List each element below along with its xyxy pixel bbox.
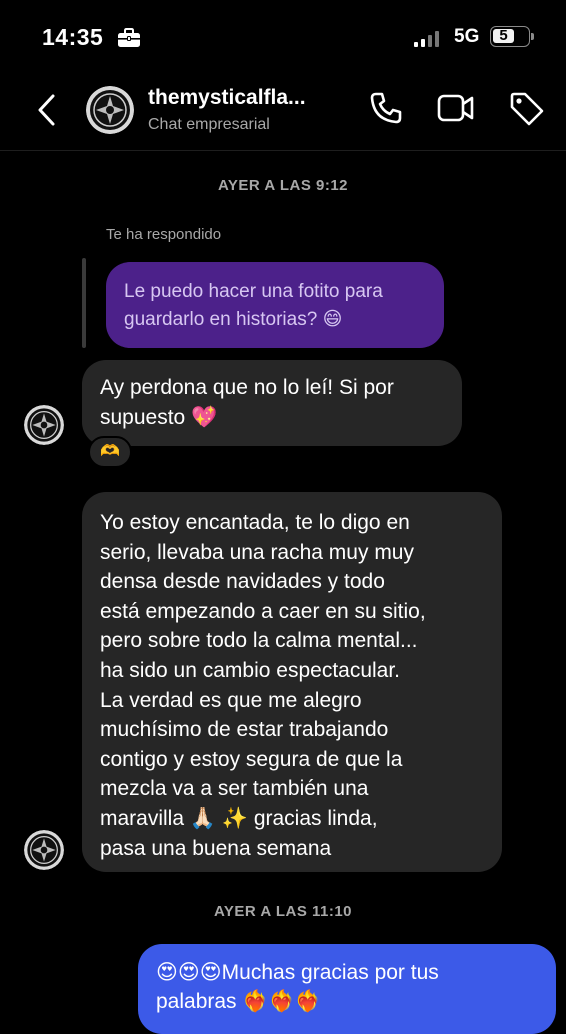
contact-name[interactable]: themysticalfla... <box>148 86 306 110</box>
message-line: mezcla va a ser también una <box>100 777 369 801</box>
incoming-message[interactable]: Yo estoy encantada, te lo digo en serio, … <box>82 492 502 872</box>
message-line: Yo estoy encantada, te lo digo en <box>100 511 410 534</box>
network-label: 5G <box>454 26 480 47</box>
message-line: contigo y estoy segura de que la <box>100 747 403 771</box>
avatar[interactable] <box>86 86 134 134</box>
reply-bar <box>82 258 86 348</box>
message-line: maravilla 🙏🏻 ✨ gracias linda, <box>100 806 378 830</box>
battery-level: 5 <box>493 28 514 43</box>
message-line: pasa una buena semana <box>100 836 332 860</box>
quoted-message[interactable]: Le puedo hacer una fotito para guardarlo… <box>106 262 444 348</box>
quoted-line: guardarlo en historias? 😄 <box>124 309 343 330</box>
incoming-message[interactable]: Ay perdona que no lo leí! Si por supuest… <box>82 360 462 446</box>
signal-strength-icon <box>414 30 439 47</box>
briefcase-icon <box>118 28 140 47</box>
reaction-badge[interactable]: 🫶 <box>88 436 132 468</box>
contact-subtitle: Chat empresarial <box>148 116 270 133</box>
phone-icon[interactable] <box>368 90 404 126</box>
message-line: palabras ❤️‍🔥❤️‍🔥❤️‍🔥 <box>156 990 321 1013</box>
status-time: 14:35 <box>42 24 104 50</box>
chat-header: themysticalfla... Chat empresarial <box>0 70 566 151</box>
message-line: densa desde navidades y todo <box>100 570 385 594</box>
status-bar: 14:35 5G 5 <box>0 0 566 70</box>
avatar[interactable] <box>24 830 64 870</box>
message-line: ha sido un cambio espectacular. <box>100 658 401 682</box>
tag-icon[interactable] <box>508 90 546 128</box>
message-line: muchísimo de estar trabajando <box>100 718 389 742</box>
battery-icon: 5 <box>490 26 534 47</box>
video-icon[interactable] <box>436 90 476 126</box>
message-line: serio, llevaba una racha muy muy <box>100 540 414 564</box>
message-line: supuesto 💖 <box>100 405 218 429</box>
back-chevron-icon[interactable] <box>34 92 58 128</box>
message-line: 😍😍😍Muchas gracias por tus <box>156 961 439 984</box>
message-line: pero sobre todo la calma mental... <box>100 629 418 653</box>
message-line: La verdad es que me alegro <box>100 688 362 712</box>
message-line: Ay perdona que no lo leí! Si por <box>100 376 394 399</box>
quoted-line: Le puedo hacer una fotito para <box>124 281 383 302</box>
message-line: está empezando a caer en su sitio, <box>100 599 426 623</box>
timestamp-separator: AYER A LAS 9:12 <box>217 177 349 194</box>
outgoing-message[interactable]: 😍😍😍Muchas gracias por tus palabras ❤️‍🔥❤… <box>138 944 556 1034</box>
timestamp-separator: AYER A LAS 11:10 <box>213 903 353 920</box>
reply-label: Te ha respondido <box>106 226 222 243</box>
avatar[interactable] <box>24 405 64 445</box>
